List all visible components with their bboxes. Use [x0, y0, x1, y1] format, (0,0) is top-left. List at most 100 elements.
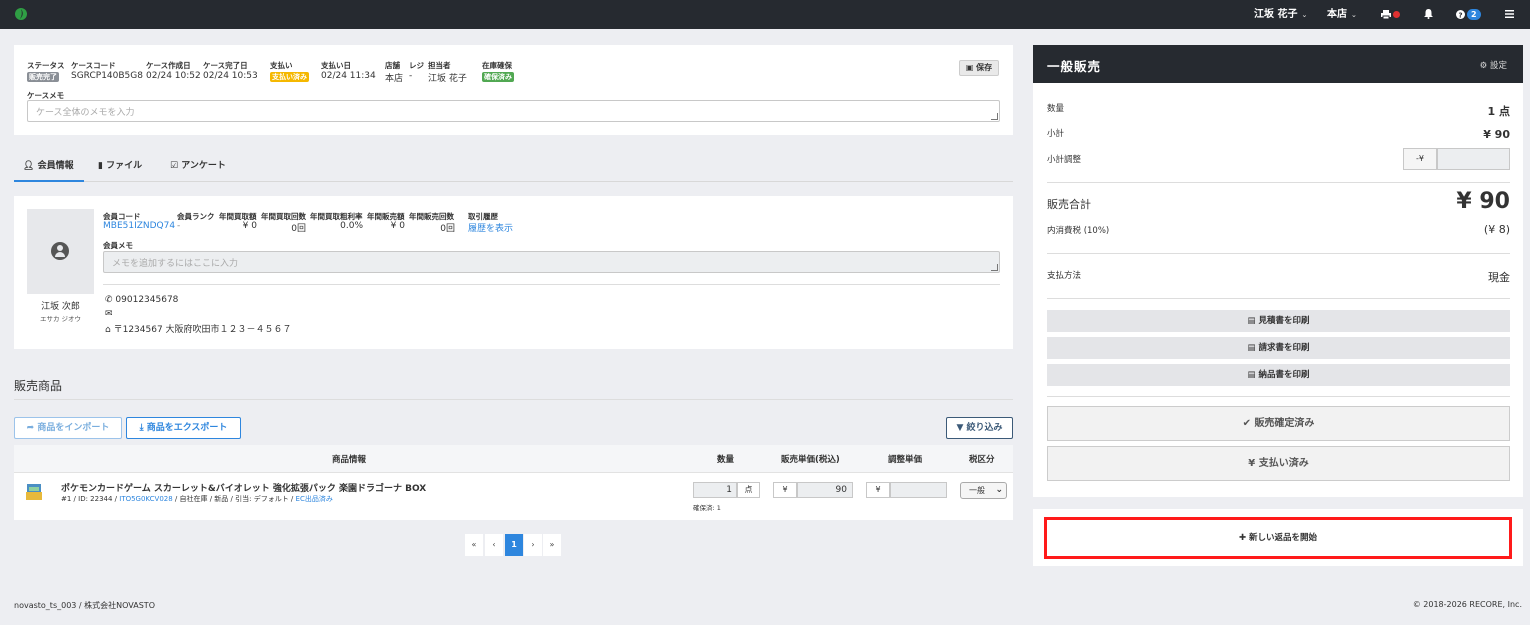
- qty-label: 数量: [1047, 104, 1065, 114]
- register-label: レジ: [409, 61, 424, 70]
- col-product-info: 商品情報: [332, 455, 367, 465]
- new-return-button[interactable]: ✚ 新しい返品を開始: [1044, 517, 1512, 559]
- member-kana: エサカ ジオウ: [39, 315, 82, 323]
- adjust-prefix: -¥: [1403, 148, 1437, 170]
- recore-logo-icon[interactable]: [14, 7, 28, 21]
- help-menu[interactable]: ? 2: [1456, 0, 1481, 29]
- created-value: 02/24 10:52: [146, 71, 201, 81]
- completed-value: 02/24 10:53: [203, 71, 258, 81]
- status-label: ステータス: [27, 61, 65, 70]
- tax-select[interactable]: 一般 ⌄: [960, 482, 1007, 499]
- payment-label: 支払い: [270, 61, 293, 70]
- import-products-button[interactable]: ➦ 商品をインポート: [14, 417, 122, 439]
- member-divider: [103, 284, 1000, 285]
- user-icon: 👤︎: [23, 161, 35, 171]
- subtotal-adjust-label: 小計調整: [1047, 155, 1082, 165]
- member-memo-placeholder: メモを追加するにはここに入力: [112, 259, 239, 269]
- filter-label: 絞り込み: [966, 423, 1003, 433]
- print-delivery-button[interactable]: ▤ 納品書を印刷: [1047, 364, 1510, 386]
- history-link[interactable]: 履歴を表示: [468, 221, 513, 234]
- tab-member-info[interactable]: 👤︎ 会員情報: [14, 152, 84, 182]
- tab-files[interactable]: ▮ ファイル: [98, 152, 142, 182]
- download-icon: ⤓: [139, 423, 144, 433]
- settings-label: 設定: [1489, 61, 1507, 71]
- print-invoice-button[interactable]: ▤ 請求書を印刷: [1047, 337, 1510, 359]
- payment-method-value: 現金: [1488, 271, 1510, 284]
- col-price: 販売単価(税込): [781, 455, 840, 465]
- filter-button[interactable]: ▼ 絞り込み: [946, 417, 1013, 439]
- product-meta: #1 / ID: 22344 / ITO5G0KCV028 / 自社在庫 / 新…: [61, 494, 333, 504]
- resize-handle-icon[interactable]: [991, 264, 998, 271]
- save-button[interactable]: ▣ 保存: [959, 60, 999, 76]
- import-label: 商品をインポート: [37, 423, 110, 433]
- case-memo-input[interactable]: ケース全体のメモを入力: [27, 100, 1000, 122]
- plus-icon: ✚: [1238, 533, 1247, 543]
- col-adjust: 調整単価: [888, 455, 923, 465]
- tab-survey[interactable]: ☑ アンケート: [170, 152, 226, 182]
- notifications[interactable]: [1424, 0, 1433, 29]
- chevron-down-icon: ⌄: [995, 485, 1003, 495]
- export-products-button[interactable]: ⤓ 商品をエクスポート: [126, 417, 241, 439]
- paid-date-label: 支払い日: [321, 61, 351, 70]
- user-menu[interactable]: 江坂 花子 ⌄: [1254, 0, 1307, 29]
- bell-icon: [1424, 9, 1433, 19]
- pagination-prev[interactable]: ‹: [485, 534, 503, 556]
- top-navbar: 江坂 花子 ⌄ 本店 ⌄ ? 2: [0, 0, 1530, 29]
- annual-buy-amount-value: ¥ 0: [242, 221, 257, 231]
- qty-unit: 点: [737, 482, 760, 498]
- staff-value: 江坂 花子: [428, 74, 467, 84]
- annual-buy-count-value: 0回: [291, 224, 306, 234]
- sales-section-title: 販売商品: [14, 379, 63, 393]
- paid-label: ¥ 支払い済み: [1248, 458, 1309, 469]
- pagination-next[interactable]: ›: [524, 534, 542, 556]
- sale-confirmed-button[interactable]: ✔ 販売確定済み: [1047, 406, 1510, 441]
- case-code-label: ケースコード: [71, 61, 116, 70]
- member-rank-label: 会員ランク: [177, 212, 215, 221]
- footer-copyright: © 2018-2026 RECORE, Inc.: [1412, 600, 1522, 609]
- save-label: 保存: [976, 63, 993, 72]
- user-name: 江坂 花子: [1254, 9, 1298, 20]
- product-thumbnail: [26, 484, 42, 500]
- subtotal-label: 小計: [1047, 129, 1065, 139]
- table-header: [14, 445, 1013, 473]
- address-value: 〒1234567 大阪府吹田市１２３－４５６７: [113, 325, 292, 335]
- filter-icon: ▼: [956, 423, 964, 433]
- print-invoice-label: 請求書を印刷: [1258, 343, 1310, 353]
- pagination-last[interactable]: »: [543, 534, 561, 556]
- qty-input[interactable]: 1: [693, 482, 737, 498]
- member-rank-value: -: [177, 221, 181, 231]
- store-menu[interactable]: 本店 ⌄: [1327, 0, 1357, 29]
- adjust-price-input[interactable]: [890, 482, 947, 498]
- user-circle-icon: [51, 242, 69, 260]
- home-icon: ⌂: [105, 325, 111, 335]
- settings-button[interactable]: ⚙ 設定: [1480, 59, 1507, 71]
- paid-button[interactable]: ¥ 支払い済み: [1047, 446, 1510, 481]
- printer-status[interactable]: [1381, 0, 1400, 29]
- tab-label: ファイル: [106, 161, 143, 171]
- pagination-first[interactable]: «: [465, 534, 483, 556]
- member-email: ✉: [105, 309, 113, 319]
- resize-handle-icon[interactable]: [991, 113, 998, 120]
- print-estimate-button[interactable]: ▤ 見積書を印刷: [1047, 310, 1510, 332]
- annual-sale-amount-value: ¥ 0: [390, 221, 405, 231]
- stock-badge: 確保済み: [482, 72, 514, 82]
- product-code-link[interactable]: ITO5G0KCV028: [119, 495, 172, 503]
- store-name: 本店: [1327, 9, 1347, 20]
- help-badge: 2: [1467, 8, 1481, 20]
- footer-account: novasto_ts_003 / 株式会社NOVASTO: [14, 601, 155, 610]
- register-value: -: [409, 71, 413, 81]
- subtotal-adjust-input[interactable]: [1437, 148, 1510, 170]
- print-delivery-label: 納品書を印刷: [1258, 370, 1310, 380]
- member-memo-input[interactable]: メモを追加するにはここに入力: [103, 251, 1000, 273]
- member-code-link[interactable]: MBE51IZNDQ74: [103, 221, 175, 231]
- pagination-page-1[interactable]: 1: [505, 534, 523, 556]
- hamburger-menu[interactable]: [1505, 0, 1514, 29]
- tab-label: 会員情報: [37, 161, 74, 171]
- member-name: 江坂 次郎: [41, 302, 80, 312]
- price-prefix: ¥: [773, 482, 797, 498]
- question-circle-icon: ?: [1456, 9, 1465, 19]
- member-phone: ✆ 09012345678: [105, 295, 178, 305]
- product-ec-link[interactable]: EC出品済み: [296, 495, 333, 503]
- sale-summary-title: 一般販売: [1047, 59, 1102, 74]
- price-input[interactable]: 90: [797, 482, 853, 498]
